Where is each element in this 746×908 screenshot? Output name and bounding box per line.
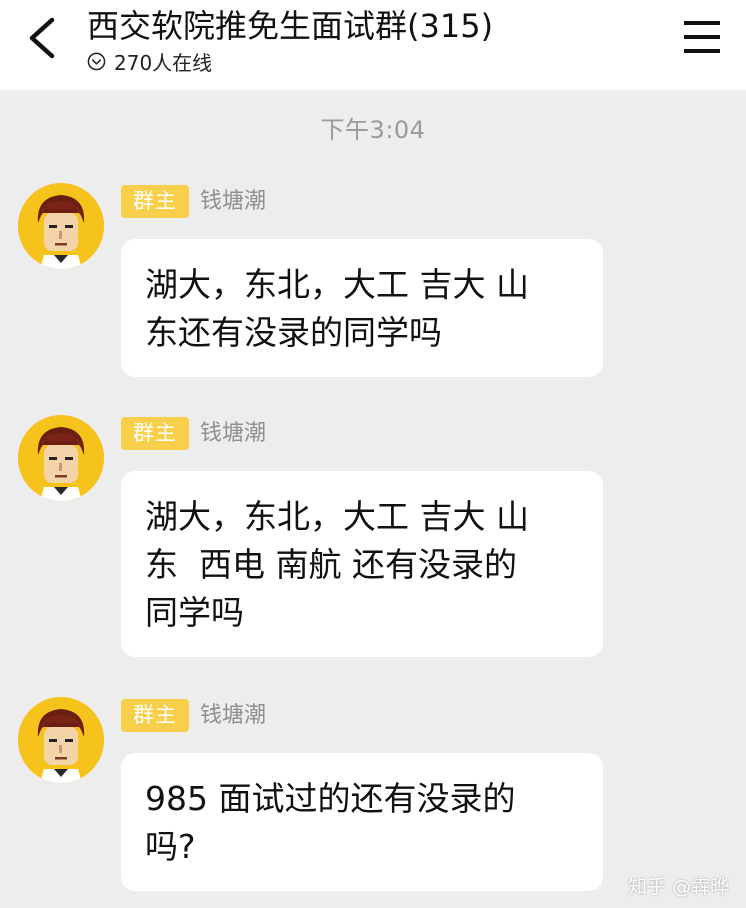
sender-name[interactable]: 钱塘潮 (200, 185, 266, 218)
sender-name[interactable]: 钱塘潮 (200, 417, 266, 450)
chat-header: 西交软院推免生面试群(315) 270人在线 (0, 0, 746, 90)
back-chevron-icon[interactable] (22, 16, 62, 60)
avatar[interactable] (18, 183, 104, 269)
owner-badge: 群主 (121, 417, 189, 450)
watermark-text: 知乎 @犇晔 (628, 876, 730, 898)
message-bubble[interactable]: 湖大，东北，大工 吉大 山 东 西电 南航 还有没录的 同学吗 (121, 471, 603, 657)
pixel-portrait-icon (18, 183, 104, 269)
avatar[interactable] (18, 697, 104, 783)
chat-title: 西交软院推免生面试群(315) (87, 7, 494, 45)
pixel-portrait-icon (18, 415, 104, 501)
sender-name[interactable]: 钱塘潮 (200, 699, 266, 732)
message-bubble[interactable]: 湖大，东北，大工 吉大 山 东还有没录的同学吗 (121, 239, 603, 377)
chevron-down-circle-icon (87, 52, 106, 70)
online-status[interactable]: 270人在线 (87, 48, 213, 75)
online-count: 270人在线 (114, 50, 213, 75)
message-timestamp: 下午3:04 (320, 116, 426, 144)
owner-badge: 群主 (121, 699, 189, 732)
owner-badge: 群主 (121, 185, 189, 218)
avatar[interactable] (18, 415, 104, 501)
message-bubble[interactable]: 985 面试过的还有没录的 吗? (121, 753, 603, 891)
pixel-portrait-icon (18, 697, 104, 783)
hamburger-menu-icon[interactable] (682, 18, 722, 56)
